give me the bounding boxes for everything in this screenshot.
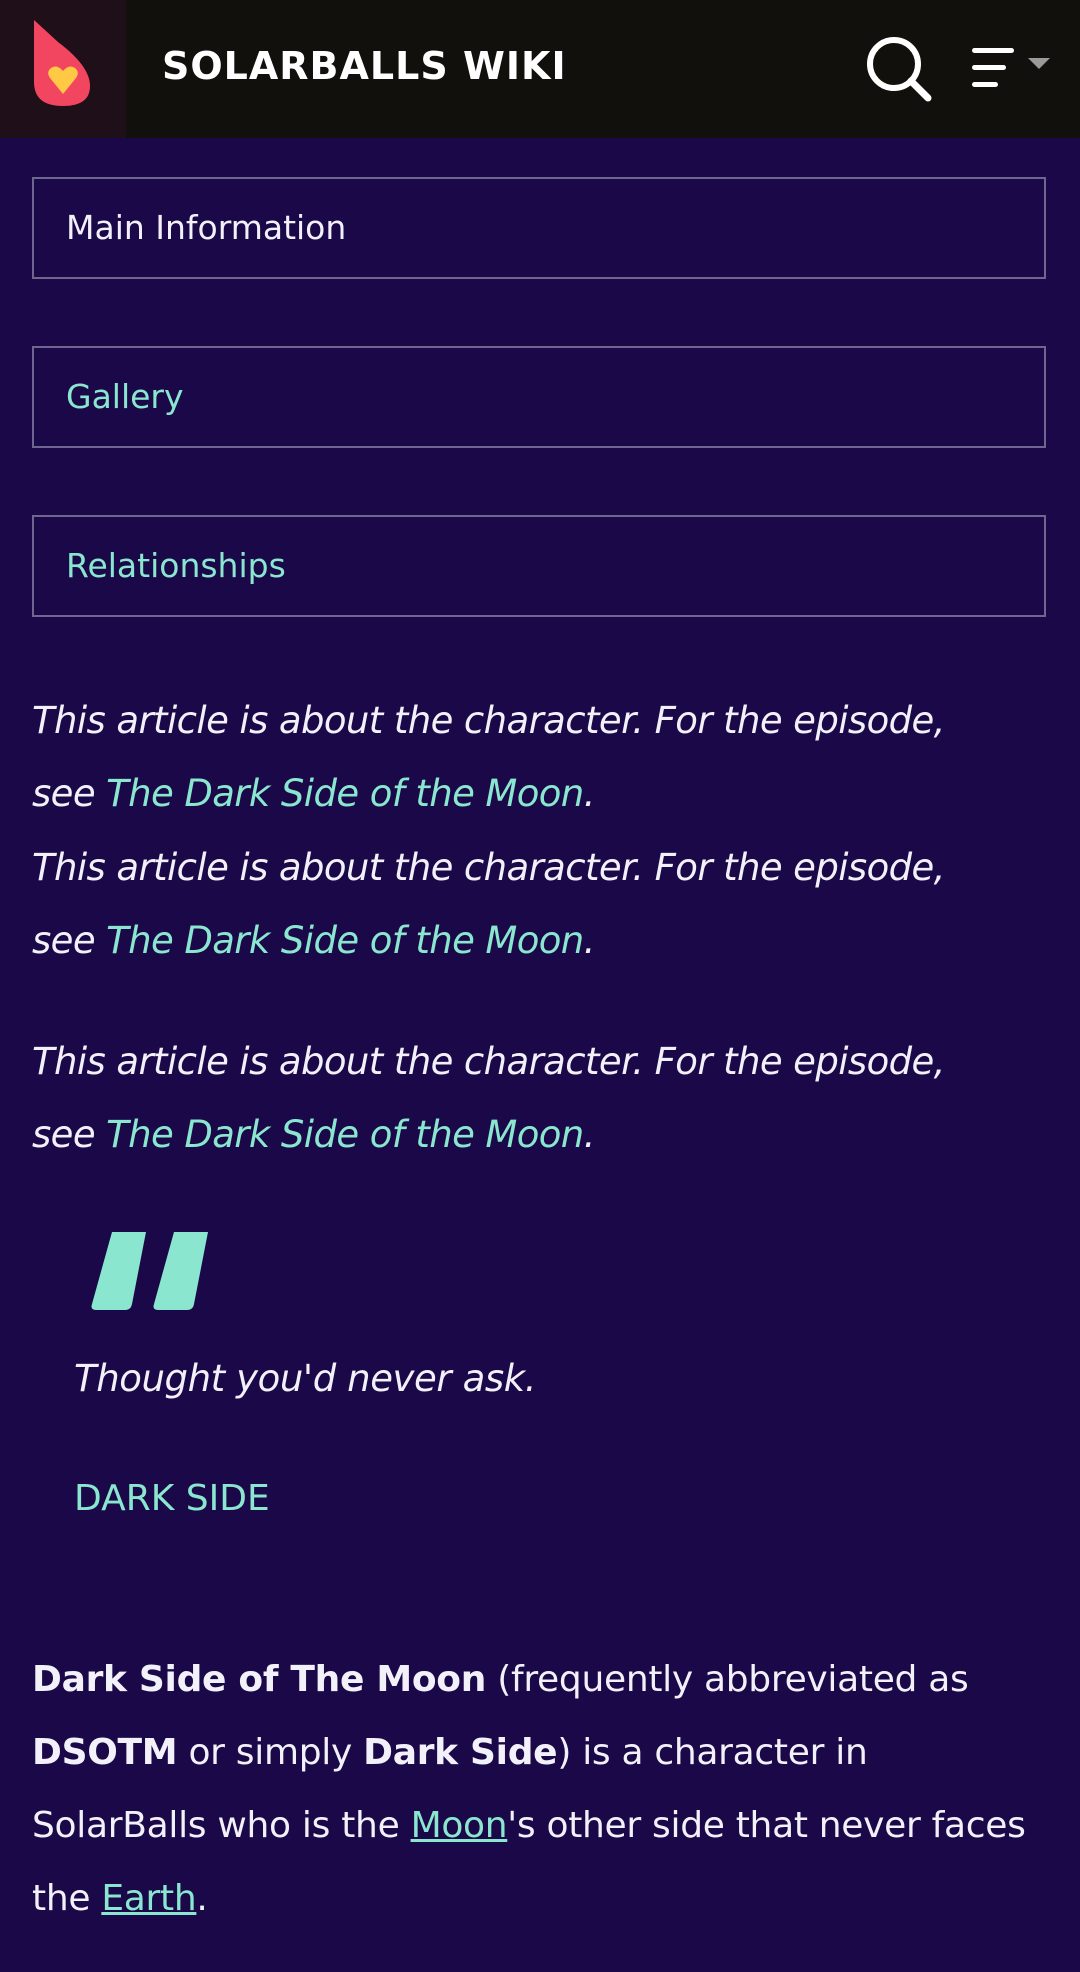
hatnote-suffix: . — [583, 919, 596, 962]
tab-main-information[interactable]: Main Information — [32, 177, 1046, 279]
fandom-flame-heart-icon — [34, 20, 90, 106]
fandom-logo[interactable] — [0, 0, 126, 138]
moon-link[interactable]: Moon — [411, 1805, 508, 1846]
hatnote-text: This article is about the character. For… — [32, 846, 945, 889]
tab-relationships[interactable]: Relationships — [32, 515, 1046, 617]
intro-text: or simply — [177, 1732, 364, 1773]
search-button[interactable] — [862, 32, 936, 106]
hatnote-text: This article is about the character. For… — [32, 699, 945, 742]
quote-mark-icon — [91, 1232, 208, 1310]
hatnote-prefix: see — [32, 772, 107, 815]
hatnote: This article is about the character. For… — [32, 831, 1062, 977]
site-title[interactable]: SOLARBALLS WIKI — [162, 40, 567, 92]
earth-link[interactable]: Earth — [101, 1878, 196, 1919]
quote-author[interactable]: DARK SIDE — [74, 1471, 270, 1527]
quote-text: Thought you'd never ask. — [74, 1357, 537, 1400]
hatnote-link[interactable]: The Dark Side of the Moon — [106, 772, 584, 815]
hatnote-suffix: . — [583, 1113, 596, 1156]
top-navigation-bar: SOLARBALLS WIKI — [0, 0, 1080, 138]
hatnote-text: This article is about the character. For… — [32, 1040, 945, 1083]
hatnote: This article is about the character. For… — [32, 1025, 1062, 1171]
intro-bold-name: Dark Side of The Moon — [32, 1659, 487, 1700]
menu-button[interactable] — [966, 38, 1056, 100]
tab-gallery[interactable]: Gallery — [32, 346, 1046, 448]
intro-bold-short: Dark Side — [363, 1732, 558, 1773]
hatnote-prefix: see — [32, 919, 107, 962]
search-icon — [867, 37, 932, 102]
intro-text: . — [196, 1878, 208, 1919]
hatnote-suffix: . — [583, 772, 596, 815]
hatnote-link[interactable]: The Dark Side of the Moon — [106, 919, 584, 962]
menu-lines-dropdown-icon — [972, 48, 1050, 87]
hatnote: This article is about the character. For… — [32, 684, 1062, 830]
intro-bold-abbr: DSOTM — [32, 1732, 178, 1773]
hatnote-prefix: see — [32, 1113, 107, 1156]
intro-paragraph: Dark Side of The Moon (frequently abbrev… — [32, 1643, 1052, 1935]
intro-text: (frequently abbreviated as — [486, 1659, 969, 1700]
hatnote-link[interactable]: The Dark Side of the Moon — [106, 1113, 584, 1156]
quote-block-marker — [90, 1232, 214, 1316]
